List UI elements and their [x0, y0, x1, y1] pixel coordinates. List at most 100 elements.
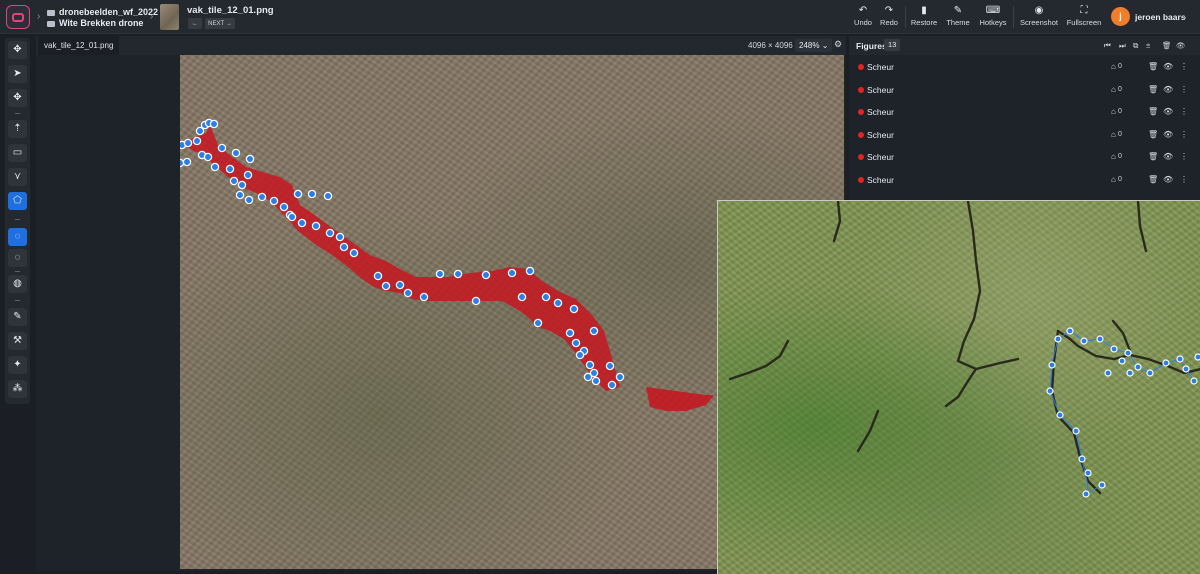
eye-icon[interactable]: 👁: [1163, 85, 1173, 94]
graph-tool-icon[interactable]: ⁂: [8, 380, 27, 398]
restore-button[interactable]: ▮ Restore: [909, 5, 939, 27]
zoom-inset-view: [717, 200, 1200, 574]
filter-icon[interactable]: ⩧: [1146, 41, 1150, 51]
user-name[interactable]: jeroen baars: [1135, 12, 1186, 22]
crack-polygon[interactable]: [180, 125, 620, 391]
figures-title: Figures: [856, 41, 887, 51]
more-icon[interactable]: ⋮: [1180, 175, 1188, 184]
figure-color-dot: [858, 132, 864, 138]
app-logo-icon[interactable]: [6, 5, 30, 29]
figure-item[interactable]: Scheur ⌂ 0 🗑 👁 ⋮: [849, 101, 1200, 123]
folder-icon: [47, 9, 55, 16]
image-thumbnail[interactable]: [160, 4, 179, 30]
redo-button[interactable]: ↷ Redo: [877, 5, 901, 27]
canvas-tab-bar: vak_tile_12_01.png 4096 × 4096 248% ⌄ ⚙: [36, 36, 846, 55]
pan-tool-icon[interactable]: ✥: [8, 41, 27, 59]
figure-item[interactable]: Scheur ⌂ 0 🗑 👁 ⋮: [849, 56, 1200, 78]
eraser-tool-icon[interactable]: ⚒: [8, 332, 27, 350]
tag-icon[interactable]: ⌂: [1111, 152, 1116, 161]
divider: [905, 6, 906, 28]
breadcrumb-dataset[interactable]: Wite Brekken drone: [47, 18, 158, 29]
copy-icon[interactable]: ⧉: [1133, 41, 1138, 51]
toolbar-divider: [15, 219, 20, 220]
zoom-select[interactable]: 248% ⌄: [795, 39, 833, 52]
fullscreen-button[interactable]: ⛶ Fullscreen: [1064, 5, 1104, 27]
polygon-tool-icon[interactable]: ⬠: [8, 192, 27, 210]
trash-icon[interactable]: 🗑: [1148, 62, 1158, 71]
more-icon[interactable]: ⋮: [1180, 85, 1188, 94]
point-tool-icon[interactable]: ⇡: [8, 120, 27, 138]
more-icon[interactable]: ⋮: [1180, 107, 1188, 116]
magic-wand-icon[interactable]: ✦: [8, 356, 27, 374]
undo-button[interactable]: ↶ Undo: [851, 5, 875, 27]
figure-item[interactable]: Scheur ⌂ 0 🗑 👁 ⋮: [849, 124, 1200, 146]
trash-icon[interactable]: 🗑: [1148, 152, 1158, 161]
select-tool-icon[interactable]: ➤: [8, 65, 27, 83]
eye-icon[interactable]: 👁: [1163, 152, 1173, 161]
figure-name: Scheur: [867, 175, 894, 185]
tag-icon[interactable]: ⌂: [1111, 62, 1116, 71]
more-icon[interactable]: ⋮: [1180, 152, 1188, 161]
tag-icon[interactable]: ⌂: [1111, 107, 1116, 116]
theme-button[interactable]: ✎ Theme: [944, 5, 972, 27]
trash-icon[interactable]: 🗑: [1148, 107, 1158, 116]
prev-image-button[interactable]: ←: [188, 18, 202, 29]
tag-count: 0: [1118, 63, 1122, 70]
move-tool-icon[interactable]: ✥: [8, 89, 27, 107]
undo-icon: ↶: [858, 5, 868, 16]
screenshot-button[interactable]: ◉ Screenshot: [1018, 5, 1060, 27]
figure-color-dot: [858, 177, 864, 183]
fullscreen-icon: ⛶: [1080, 5, 1088, 16]
figure-name: Scheur: [867, 62, 894, 72]
tab-image[interactable]: vak_tile_12_01.png: [38, 36, 120, 55]
figure-color-dot: [858, 64, 864, 70]
more-icon[interactable]: ⋮: [1180, 62, 1188, 71]
figure-item[interactable]: Scheur ⌂ 0 🗑 👁 ⋮: [849, 79, 1200, 101]
eye-icon[interactable]: 👁: [1163, 62, 1173, 71]
file-title: vak_tile_12_01.png: [187, 5, 274, 16]
chevron-down-icon: ⌄: [821, 41, 829, 50]
avatar[interactable]: j: [1111, 7, 1130, 26]
trash-icon[interactable]: 🗑: [1148, 175, 1158, 184]
trash-icon[interactable]: 🗑: [1148, 85, 1158, 94]
polyline-tool-icon[interactable]: ⋎: [8, 168, 27, 186]
brush-tool-icon[interactable]: ✎: [8, 308, 27, 326]
figure-item[interactable]: Scheur ⌂ 0 🗑 👁 ⋮: [849, 169, 1200, 191]
hotkeys-button[interactable]: ⌨ Hotkeys: [976, 5, 1010, 27]
skip-forward-icon[interactable]: ⏭: [1119, 41, 1126, 51]
smart-tool-remove-icon[interactable]: ◌: [8, 249, 27, 267]
top-bar: › dronebeelden_wf_2022 Wite Brekken dron…: [0, 0, 1200, 34]
breadcrumb: dronebeelden_wf_2022 Wite Brekken drone: [47, 7, 158, 29]
left-toolbar: ✥ ➤ ✥ ⇡ ▭ ⋎ ⬠ ◌ ◌ ◍ ✎ ⚒ ✦ ⁂: [5, 38, 30, 404]
eye-icon[interactable]: 👁: [1176, 41, 1186, 50]
breadcrumb-project[interactable]: dronebeelden_wf_2022: [47, 7, 158, 18]
eye-icon[interactable]: 👁: [1163, 107, 1173, 116]
figure-name: Scheur: [867, 152, 894, 162]
inset-crack-layer: [728, 201, 1200, 498]
smart-tool-add-icon[interactable]: ◌: [8, 228, 27, 246]
more-icon[interactable]: ⋮: [1180, 130, 1188, 139]
delete-all-icon[interactable]: 🗑: [1162, 41, 1172, 50]
tag-icon[interactable]: ⌂: [1111, 85, 1116, 94]
figure-name: Scheur: [867, 130, 894, 140]
next-image-button[interactable]: NEXT →: [205, 18, 235, 29]
chevron-down-icon[interactable]: ⌄: [1181, 12, 1188, 21]
trash-icon[interactable]: 🗑: [1148, 130, 1158, 139]
image-dimensions: 4096 × 4096: [748, 41, 793, 50]
tag-icon[interactable]: ⌂: [1111, 175, 1116, 184]
gear-icon[interactable]: ⚙: [834, 39, 842, 50]
hide-mask-icon[interactable]: ◍: [8, 275, 27, 293]
tag-count: 0: [1118, 131, 1122, 138]
breadcrumb-chevron-icon: ›: [150, 11, 154, 22]
eye-icon[interactable]: 👁: [1163, 175, 1173, 184]
theme-icon: ✎: [953, 5, 963, 16]
skip-back-icon[interactable]: ⏮: [1104, 41, 1111, 51]
rectangle-tool-icon[interactable]: ▭: [8, 144, 27, 162]
figure-name: Scheur: [867, 85, 894, 95]
vertex-handles[interactable]: [180, 118, 625, 390]
trash-icon: ▮: [921, 5, 927, 16]
figure-item[interactable]: Scheur ⌂ 0 🗑 👁 ⋮: [849, 146, 1200, 168]
crack-polygon-small[interactable]: [646, 387, 714, 411]
eye-icon[interactable]: 👁: [1163, 130, 1173, 139]
tag-icon[interactable]: ⌂: [1111, 130, 1116, 139]
